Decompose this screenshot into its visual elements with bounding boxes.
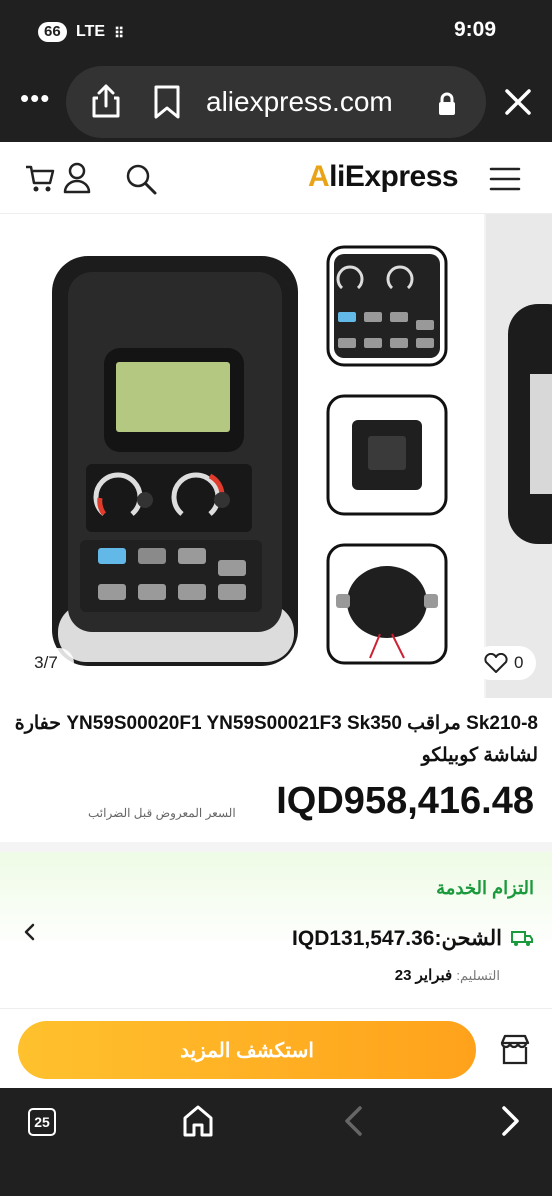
- delivery-label: التسليم:: [456, 968, 500, 983]
- wishlist-count: 0: [514, 653, 524, 672]
- product-image[interactable]: [0, 214, 484, 698]
- forward-icon[interactable]: [496, 1104, 524, 1138]
- chevron-left-icon[interactable]: [22, 922, 38, 942]
- next-slide-preview[interactable]: [486, 214, 552, 698]
- bottom-action-bar: استكشف المزيد: [0, 1008, 552, 1088]
- section-divider: [0, 842, 552, 852]
- product-gallery[interactable]: 3/7 0: [0, 214, 552, 698]
- shipping-cost: الشحن:IQD131,547.36: [292, 927, 502, 950]
- tax-note: السعر المعروض قبل الضرائب: [88, 806, 236, 820]
- browser-toolbar: 25: [0, 1088, 552, 1196]
- wishlist-button[interactable]: 0: [474, 646, 536, 680]
- cart-icon[interactable]: [24, 162, 56, 194]
- logo-mark: A: [308, 160, 330, 193]
- product-price: IQD958,416.48: [276, 780, 534, 822]
- delivery-date: فبراير 23: [394, 967, 453, 984]
- user-icon[interactable]: [62, 162, 92, 194]
- search-icon[interactable]: [124, 162, 158, 196]
- heart-icon: [484, 653, 508, 673]
- clock: 9:09: [453, 18, 496, 41]
- network-label: LTE: [76, 23, 106, 40]
- menu-icon[interactable]: [488, 164, 522, 194]
- tabs-button[interactable]: 25: [28, 1108, 56, 1136]
- service-title: التزام الخدمة: [436, 878, 534, 898]
- share-icon[interactable]: [88, 82, 124, 120]
- bookmark-icon[interactable]: [152, 84, 182, 120]
- service-commitment[interactable]: التزام الخدمة الشحن:IQD131,547.36 التسلي…: [0, 852, 552, 1008]
- lock-icon: [436, 92, 458, 116]
- signal-icon: ⠿: [114, 25, 125, 41]
- image-counter: 3/7: [18, 648, 74, 678]
- status-bar: 66 LTE ⠿ 9:09: [0, 0, 552, 62]
- close-icon[interactable]: [500, 84, 536, 120]
- browser-address-bar: ••• aliexpress.com: [0, 62, 552, 142]
- store-icon[interactable]: [498, 1033, 532, 1067]
- logo-text: liExpress: [329, 160, 459, 193]
- home-icon[interactable]: [182, 1104, 214, 1138]
- delivery-info: التسليم: فبراير 23: [395, 966, 500, 984]
- truck-icon: [510, 928, 534, 948]
- explore-more-button[interactable]: استكشف المزيد: [18, 1021, 476, 1079]
- url-bar[interactable]: aliexpress.com: [66, 66, 486, 138]
- signal-badge: 66: [38, 22, 67, 42]
- site-header: AliExpress: [0, 142, 552, 214]
- back-icon[interactable]: [340, 1104, 368, 1138]
- aliexpress-logo[interactable]: AliExpress: [308, 160, 459, 194]
- url-text[interactable]: aliexpress.com: [206, 86, 393, 118]
- more-options-button[interactable]: •••: [20, 85, 49, 117]
- product-title: Sk210-8 مراقب YN59S00020F1 YN59S00021F3 …: [14, 713, 538, 766]
